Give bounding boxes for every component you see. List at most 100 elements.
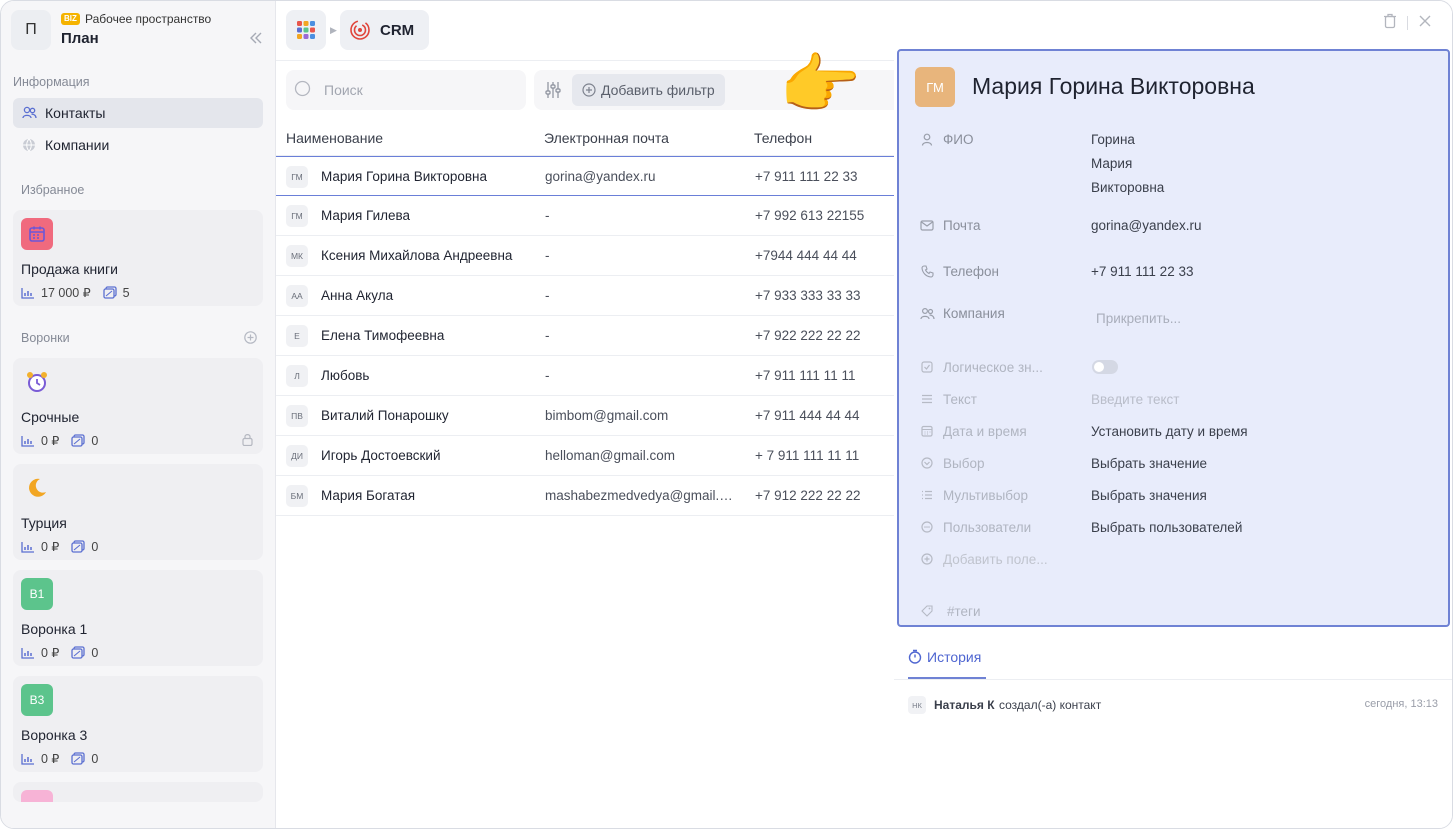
- fio-patronymic[interactable]: Викторовна: [1091, 180, 1164, 195]
- crm-breadcrumb[interactable]: CRM: [340, 10, 429, 50]
- avatar: ГМ: [286, 166, 308, 188]
- calendar-icon: [919, 423, 935, 439]
- sidebar-item-companies[interactable]: Компании: [13, 130, 263, 160]
- list-icon: [919, 487, 935, 503]
- contacts-icon: [21, 105, 37, 121]
- tags-field[interactable]: #теги: [919, 603, 981, 619]
- field-label-users: Пользователи: [919, 519, 1031, 535]
- funnel-card-3[interactable]: В3 Воронка 3 0 ₽ 0: [13, 676, 263, 772]
- add-field-button[interactable]: Добавить поле...: [919, 551, 1048, 567]
- card-title: Срочные: [21, 409, 80, 425]
- funnel-card-urgent[interactable]: Срочные 0 ₽ 0: [13, 358, 263, 454]
- funnel-card-partial[interactable]: [13, 782, 263, 802]
- contact-name: Анна Акула: [321, 288, 394, 303]
- crm-logo-icon: [350, 20, 370, 40]
- collapse-sidebar-icon[interactable]: [249, 30, 263, 48]
- contact-email: bimbom@gmail.com: [545, 408, 669, 423]
- add-funnel-icon[interactable]: [244, 331, 257, 347]
- funnel-card-turkey[interactable]: Турция 0 ₽ 0: [13, 464, 263, 560]
- set-datetime-link[interactable]: Установить дату и время: [1091, 424, 1248, 439]
- card-title: Продажа книги: [21, 261, 118, 277]
- contact-email: gorina@yandex.ru: [545, 169, 656, 184]
- avatar: ПВ: [286, 405, 308, 427]
- multiselect-values-link[interactable]: Выбрать значения: [1091, 488, 1207, 503]
- column-header-phone[interactable]: Телефон: [754, 130, 812, 146]
- chart-icon: [21, 435, 35, 447]
- sliders-icon[interactable]: [544, 81, 562, 102]
- biz-badge: BIZ: [61, 13, 80, 25]
- table-row[interactable]: ДИ Игорь Достоевский helloman@gmail.com …: [276, 436, 896, 476]
- contact-email: -: [545, 248, 550, 263]
- select-value-link[interactable]: Выбрать значение: [1091, 456, 1207, 471]
- card-meta: 0 ₽ 0: [21, 433, 110, 448]
- workspace-switcher[interactable]: П BIZ Рабочее пространство План: [11, 10, 266, 50]
- contact-title[interactable]: Мария Горина Викторовна: [972, 73, 1255, 100]
- crm-label: CRM: [380, 21, 415, 39]
- tab-history-label: История: [927, 649, 982, 665]
- section-title-funnels: Воронки: [21, 331, 70, 345]
- apps-grid-button[interactable]: [286, 10, 326, 50]
- history-author: Наталья К: [934, 698, 995, 712]
- phone-icon: [919, 263, 935, 279]
- contact-phone: + 7 911 111 11 11: [755, 448, 860, 463]
- table-row[interactable]: Е Елена Тимофеевна - +7 922 222 22 22: [276, 316, 896, 356]
- history-action: создал(-а) контакт: [999, 698, 1102, 712]
- table-header: Наименование Электронная почта Телефон: [276, 121, 896, 156]
- contact-email: -: [545, 208, 550, 223]
- column-header-email[interactable]: Электронная почта: [544, 130, 669, 146]
- column-header-name[interactable]: Наименование: [286, 130, 383, 146]
- search-box[interactable]: Поиск: [286, 70, 526, 110]
- text-input[interactable]: Введите текст: [1091, 392, 1179, 407]
- contact-phone: +7 912 222 22 22: [755, 488, 861, 503]
- table-row[interactable]: ПВ Виталий Понарошку bimbom@gmail.com +7…: [276, 396, 896, 436]
- sidebar-item-label: Компании: [45, 137, 110, 153]
- alarm-clock-icon: [21, 366, 53, 398]
- app-window: П BIZ Рабочее пространство План Информац…: [0, 0, 1453, 829]
- email-value[interactable]: gorina@yandex.ru: [1091, 218, 1202, 233]
- sidebar-item-contacts[interactable]: Контакты: [13, 98, 263, 128]
- card-amount: 0 ₽: [41, 434, 60, 448]
- funnel-card-1[interactable]: В1 Воронка 1 0 ₽ 0: [13, 570, 263, 666]
- field-label-company: Компания: [919, 305, 1005, 321]
- history-entry: НК Наталья К создал(-а) контакт сегодня,…: [908, 695, 1438, 715]
- table-row[interactable]: БМ Мария Богатая mashabezmedvedya@gmail.…: [276, 476, 896, 516]
- chart-icon: [21, 753, 35, 765]
- field-label-phone: Телефон: [919, 263, 999, 279]
- section-title-favorites: Избранное: [21, 183, 85, 197]
- avatar: ГМ: [915, 67, 955, 107]
- avatar: Е: [286, 325, 308, 347]
- table-row[interactable]: ГМ Мария Гилева - +7 992 613 22155: [276, 196, 896, 236]
- fio-last-name[interactable]: Горина: [1091, 132, 1135, 147]
- avatar: ДИ: [286, 445, 308, 467]
- field-label-text: Текст: [919, 391, 977, 407]
- contact-phone: +7 922 222 22 22: [755, 328, 861, 343]
- contact-name: Мария Гилева: [321, 208, 411, 223]
- field-label-select: Выбор: [919, 455, 984, 471]
- contact-name: Мария Богатая: [321, 488, 416, 503]
- table-row[interactable]: АА Анна Акула - +7 933 333 33 33: [276, 276, 896, 316]
- table-row[interactable]: Л Любовь - +7 911 111 11 11: [276, 356, 896, 396]
- fio-first-name[interactable]: Мария: [1091, 156, 1132, 171]
- breadcrumb-arrow-icon: ▶: [330, 25, 337, 35]
- tab-history[interactable]: История: [908, 641, 986, 679]
- attach-company-link[interactable]: Прикрепить...: [1096, 311, 1181, 326]
- trash-icon[interactable]: [1383, 13, 1397, 32]
- contact-name: Ксения Михайлова Андреевна: [321, 248, 513, 263]
- contact-name: Любовь: [321, 368, 370, 383]
- table-row[interactable]: МК Ксения Михайлова Андреевна - +7944 44…: [276, 236, 896, 276]
- favorite-card-book-sale[interactable]: Продажа книги 17 000 ₽ 5: [13, 210, 263, 306]
- select-users-link[interactable]: Выбрать пользователей: [1091, 520, 1242, 535]
- phone-value[interactable]: +7 911 111 22 33: [1091, 264, 1193, 279]
- table-row[interactable]: ГМ Мария Горина Викторовна gorina@yandex…: [276, 156, 896, 196]
- stack-icon: [71, 646, 86, 659]
- contact-phone: +7 992 613 22155: [755, 208, 865, 223]
- search-input[interactable]: Поиск: [324, 82, 363, 98]
- person-icon: [919, 131, 935, 147]
- contact-name: Игорь Достоевский: [321, 448, 441, 463]
- stopwatch-icon: [908, 649, 922, 664]
- close-icon[interactable]: [1418, 14, 1432, 31]
- contact-name: Елена Тимофеевна: [321, 328, 445, 343]
- add-filter-button[interactable]: Добавить фильтр: [572, 74, 725, 106]
- boolean-toggle[interactable]: [1092, 360, 1118, 374]
- card-amount: 0 ₽: [41, 752, 60, 766]
